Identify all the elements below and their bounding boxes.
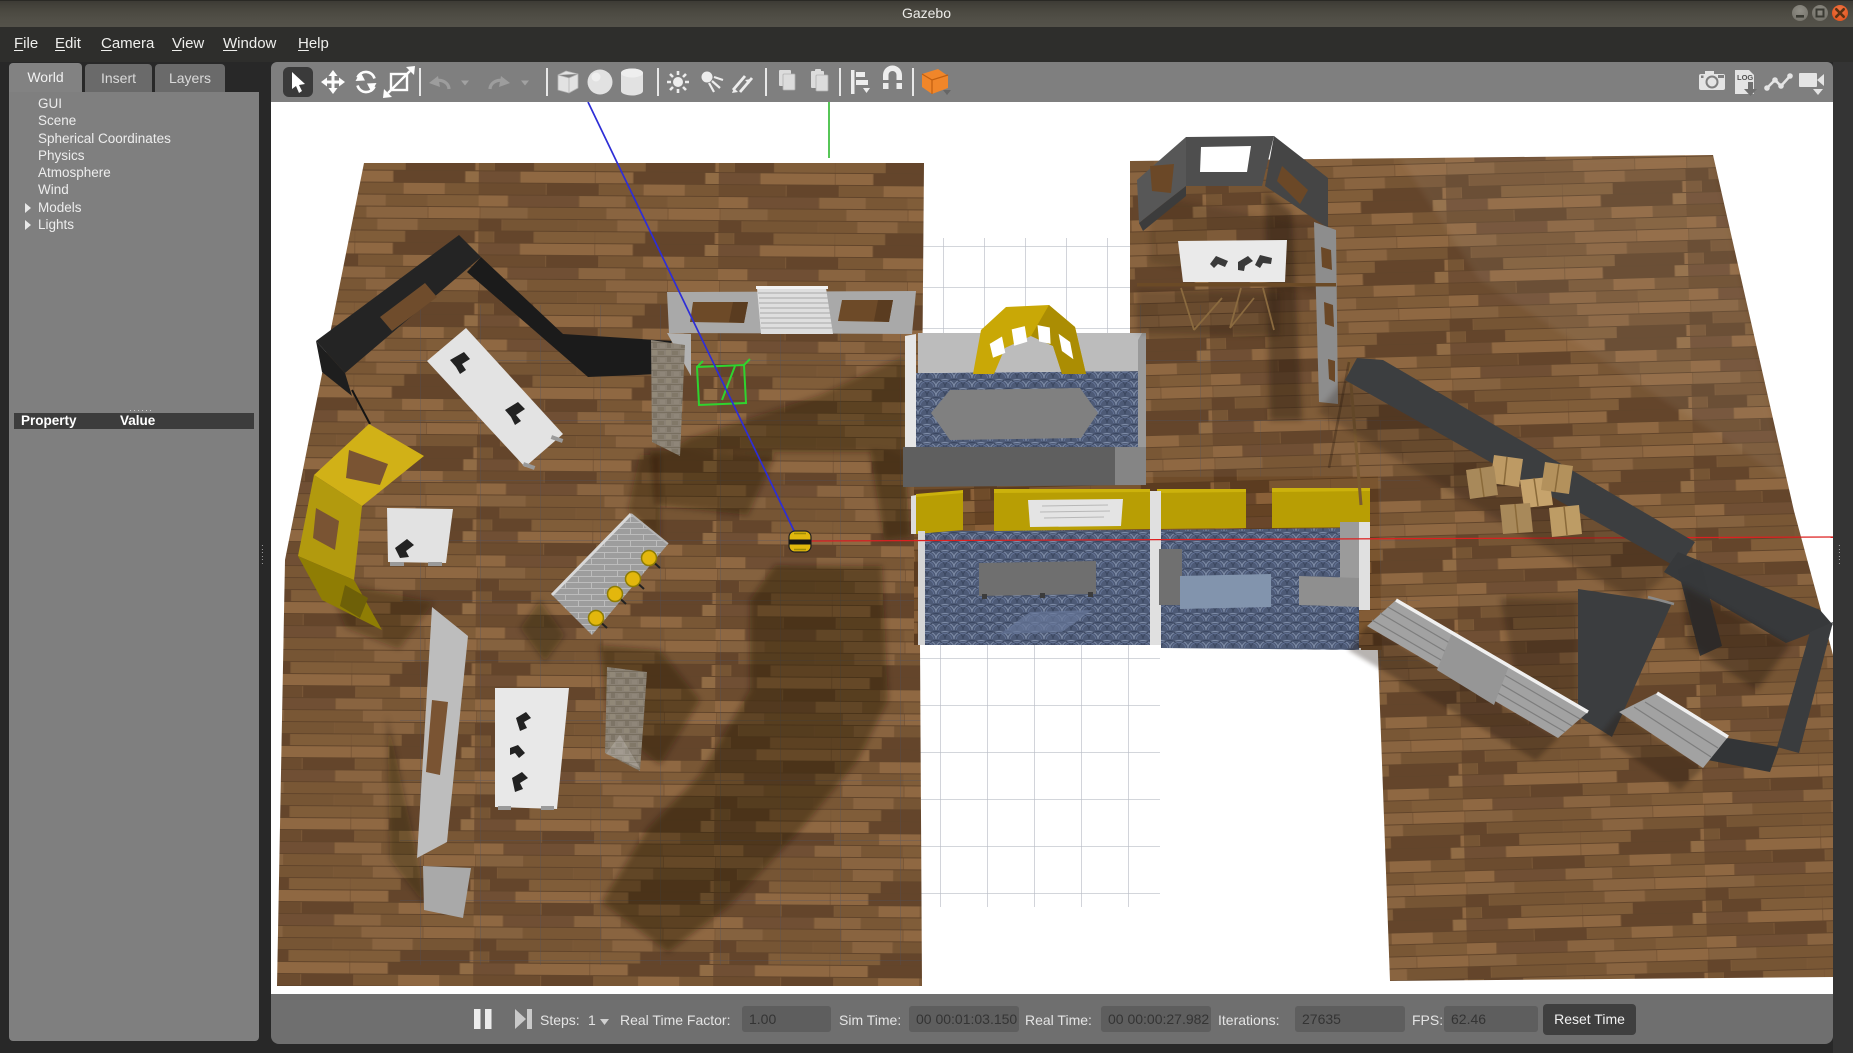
svg-text:LOG: LOG (1737, 73, 1753, 82)
